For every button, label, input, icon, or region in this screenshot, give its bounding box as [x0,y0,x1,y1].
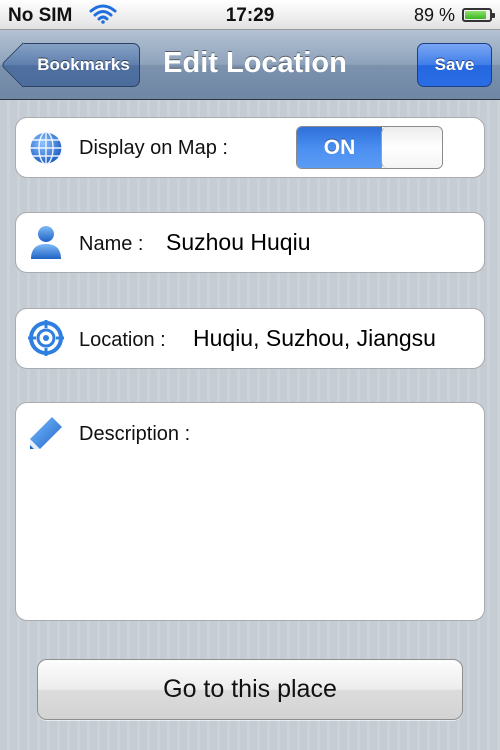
globe-icon [29,131,63,165]
location-label: Location : [79,329,166,351]
back-button-label: Bookmarks [37,55,130,74]
target-icon [28,320,64,356]
battery-icon [462,8,495,22]
name-row[interactable]: Name : Suzhou Huqiu [15,212,485,273]
display-on-map-label: Display on Map : [79,137,228,159]
description-row[interactable]: Description : [15,402,485,621]
toggle-knob[interactable] [381,127,442,168]
navigation-bar: Bookmarks Edit Location Save [0,30,500,100]
description-field[interactable] [79,455,470,606]
back-button[interactable]: Bookmarks [22,43,140,87]
save-button-label: Save [434,55,475,74]
toggle-on-text: ON [297,127,382,168]
go-to-place-button[interactable]: Go to this place [37,659,463,720]
go-to-place-label: Go to this place [163,675,337,703]
location-row[interactable]: Location : Huqiu, Suzhou, Jiangsu [15,308,485,369]
name-field[interactable]: Suzhou Huqiu [166,229,471,256]
location-field[interactable]: Huqiu, Suzhou, Jiangsu [193,325,476,352]
battery-level-fill [465,11,487,19]
name-label: Name : [79,233,144,255]
page-title: Edit Location [163,47,347,79]
status-bar: No SIM 17:29 89 % [0,0,500,30]
description-label: Description : [79,423,191,445]
battery-percent: 89 % [413,5,455,25]
display-on-map-row: Display on Map : ON [15,117,485,178]
pencil-icon [30,417,62,449]
display-on-map-toggle[interactable]: ON [296,126,443,169]
person-icon [31,226,61,259]
save-button[interactable]: Save [417,43,492,87]
